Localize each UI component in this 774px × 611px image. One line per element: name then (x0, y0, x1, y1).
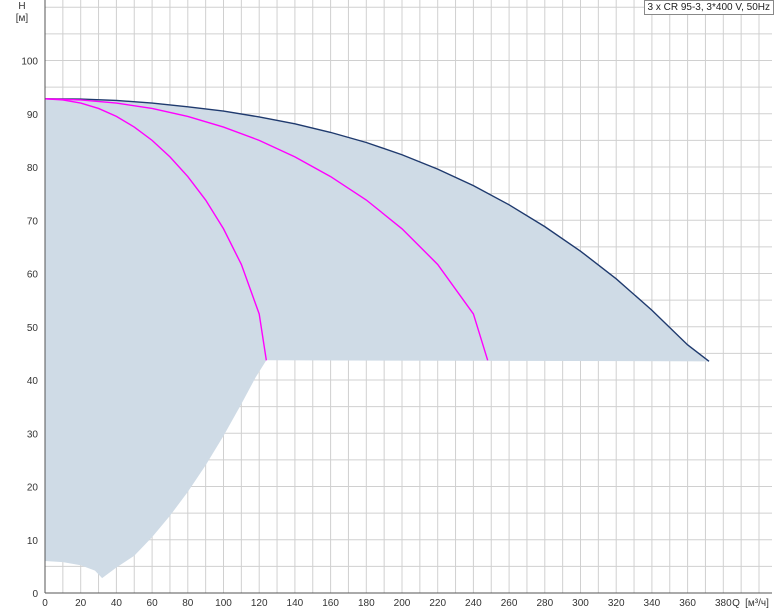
x-tick-label: 160 (322, 598, 339, 609)
operating-area (45, 98, 710, 579)
y-tick-label: 100 (21, 57, 38, 68)
y-axis-unit: [м] (16, 13, 29, 24)
x-tick-label: 100 (215, 598, 232, 609)
chart-title-box: 3 x CR 95-3, 3*400 V, 50Hz (643, 0, 774, 15)
y-tick-label: 30 (27, 429, 39, 440)
x-tick-label: 380 (715, 598, 732, 609)
y-axis-title: H (18, 1, 25, 12)
x-tick-label: 200 (394, 598, 411, 609)
x-tick-label: 240 (465, 598, 482, 609)
x-tick-label: 340 (644, 598, 661, 609)
pump-curve-chart: 0 20 40 60 80 100 120 140 160 180 200 220 240 260 280 3… (16, 0, 772, 609)
x-tick-label: 0 (42, 598, 48, 609)
x-tick-label: 140 (287, 598, 304, 609)
y-tick-label: 0 (32, 589, 38, 600)
chart-title: 3 x CR 95-3, 3*400 V, 50Hz (647, 2, 770, 13)
y-tick-label: 10 (27, 536, 39, 547)
y-tick-label: 80 (27, 163, 39, 174)
y-tick-label: 60 (27, 270, 39, 281)
y-tick-label: 20 (27, 483, 39, 494)
y-tick-label: 90 (27, 110, 39, 121)
y-tick-label: 50 (27, 323, 39, 334)
x-tick-label: 60 (147, 598, 159, 609)
x-tick-label: 300 (572, 598, 589, 609)
y-tick-label: 70 (27, 216, 39, 227)
x-tick-label: 120 (251, 598, 268, 609)
x-tick-label: 320 (608, 598, 625, 609)
x-tick-label: 280 (536, 598, 553, 609)
x-tick-label: 80 (182, 598, 194, 609)
x-tick-label: 40 (111, 598, 123, 609)
x-tick-label: 260 (501, 598, 518, 609)
x-tick-label: 180 (358, 598, 375, 609)
x-tick-label: 220 (429, 598, 446, 609)
x-tick-label: 20 (75, 598, 87, 609)
x-axis-title: Q (732, 598, 740, 609)
y-tick-label: 40 (27, 376, 39, 387)
x-axis-unit: [м³/ч] (745, 598, 769, 609)
x-tick-label: 360 (679, 598, 696, 609)
